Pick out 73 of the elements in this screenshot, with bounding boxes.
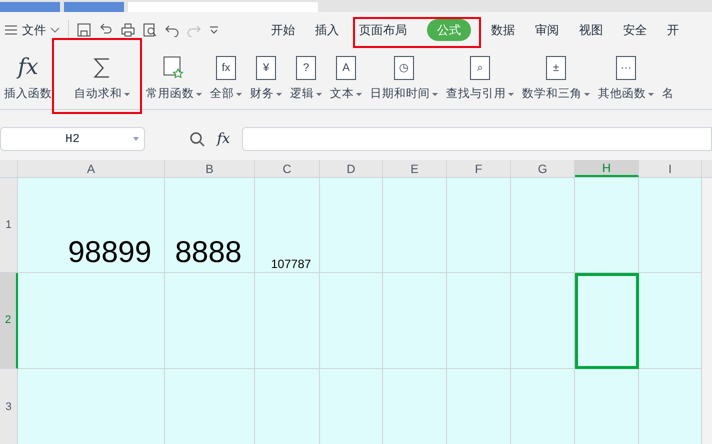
ribbon-tab[interactable]: 开始 bbox=[271, 21, 295, 39]
ribbon-tab[interactable]: 数据 bbox=[491, 21, 515, 39]
row-header[interactable]: 1 bbox=[0, 178, 18, 273]
function-star-icon bbox=[163, 56, 185, 80]
ribbon-label: 插入函数 bbox=[4, 86, 52, 102]
ribbon-button[interactable]: ⌕ 查找与引用 bbox=[442, 54, 518, 104]
save-icon[interactable] bbox=[77, 23, 91, 37]
document-tab[interactable] bbox=[128, 2, 318, 12]
ribbon-button[interactable]: ? 逻辑 bbox=[286, 54, 326, 104]
ribbon-button[interactable]: ··· 其他函数 bbox=[594, 54, 658, 104]
table-cell[interactable] bbox=[575, 273, 639, 369]
table-cell[interactable]: 8888 bbox=[165, 178, 255, 273]
ribbon-tab[interactable]: 安全 bbox=[623, 21, 647, 39]
ribbon-label: 其他函数 bbox=[598, 86, 646, 102]
book-icon: ± bbox=[546, 56, 566, 80]
zoom-icon[interactable] bbox=[189, 131, 205, 147]
caret-icon bbox=[133, 137, 139, 141]
function-icon: fx bbox=[18, 57, 38, 79]
table-cell[interactable]: 98899 bbox=[18, 178, 165, 273]
column-header[interactable]: C bbox=[255, 160, 320, 177]
book-icon: fx bbox=[216, 56, 236, 80]
dropdown-icon[interactable] bbox=[209, 26, 219, 34]
book-icon: ··· bbox=[616, 56, 636, 80]
ribbon-button[interactable]: ¥ 财务 bbox=[246, 54, 286, 104]
print-icon[interactable] bbox=[121, 23, 135, 37]
file-menu[interactable]: 文件 bbox=[22, 21, 46, 39]
ribbon-button[interactable]: ◷ 日期和时间 bbox=[366, 54, 442, 104]
chevron-down-icon bbox=[50, 27, 60, 33]
column-header[interactable]: E bbox=[383, 160, 447, 177]
row-header[interactable]: 3 bbox=[0, 369, 18, 444]
ribbon-tab[interactable]: 开 bbox=[667, 21, 679, 39]
ribbon-label: 文本 bbox=[330, 86, 354, 102]
undo-icon[interactable] bbox=[165, 23, 179, 37]
column-header[interactable]: F bbox=[447, 160, 511, 177]
column-header[interactable]: B bbox=[165, 160, 255, 177]
ribbon-button[interactable]: fx 全部 bbox=[206, 54, 246, 104]
table-cell[interactable]: 107787 bbox=[255, 178, 320, 273]
ribbon-label: 数学和三角 bbox=[522, 86, 582, 102]
column-header[interactable]: D bbox=[320, 160, 383, 177]
function-button[interactable]: fx bbox=[217, 128, 230, 150]
book-icon: ◷ bbox=[394, 56, 414, 80]
ribbon-label: 常用函数 bbox=[146, 86, 194, 102]
book-icon: A bbox=[336, 56, 356, 80]
ribbon-tab[interactable]: 审阅 bbox=[535, 21, 559, 39]
ribbon-button[interactable]: 自动求和 bbox=[70, 54, 134, 104]
ribbon-tab[interactable]: 插入 bbox=[315, 21, 339, 39]
ribbon-tab[interactable]: 页面布局 bbox=[359, 21, 407, 39]
column-header[interactable]: I bbox=[639, 160, 702, 177]
ribbon-label: 逻辑 bbox=[290, 86, 314, 102]
menu-icon[interactable] bbox=[4, 24, 18, 36]
ribbon-label: 查找与引用 bbox=[446, 86, 506, 102]
ribbon-label: 日期和时间 bbox=[370, 86, 430, 102]
ribbon-label: 财务 bbox=[250, 86, 274, 102]
book-icon: ? bbox=[296, 56, 316, 80]
book-icon: ¥ bbox=[256, 56, 276, 80]
sum-icon bbox=[92, 56, 112, 80]
print-preview-icon[interactable] bbox=[143, 23, 157, 37]
ribbon-tab[interactable]: 视图 bbox=[579, 21, 603, 39]
ribbon-label: 自动求和 bbox=[74, 86, 122, 102]
ribbon-button[interactable]: ± 数学和三角 bbox=[518, 54, 594, 104]
ribbon-label: 全部 bbox=[210, 86, 234, 102]
ribbon-button[interactable]: fx 插入函数 bbox=[0, 54, 56, 104]
ribbon-button[interactable]: 常用函数 bbox=[142, 54, 206, 104]
redo-icon[interactable] bbox=[187, 23, 201, 37]
formula-bar[interactable] bbox=[242, 127, 712, 151]
document-tab[interactable] bbox=[0, 2, 60, 12]
ribbon-button[interactable]: 名 bbox=[658, 54, 678, 104]
column-header[interactable]: A bbox=[18, 160, 165, 177]
ribbon-button[interactable]: A 文本 bbox=[326, 54, 366, 104]
document-tab[interactable] bbox=[64, 2, 124, 12]
ribbon-label: 名 bbox=[662, 86, 674, 102]
book-icon: ⌕ bbox=[470, 56, 490, 80]
name-box[interactable]: H2 bbox=[0, 127, 145, 151]
